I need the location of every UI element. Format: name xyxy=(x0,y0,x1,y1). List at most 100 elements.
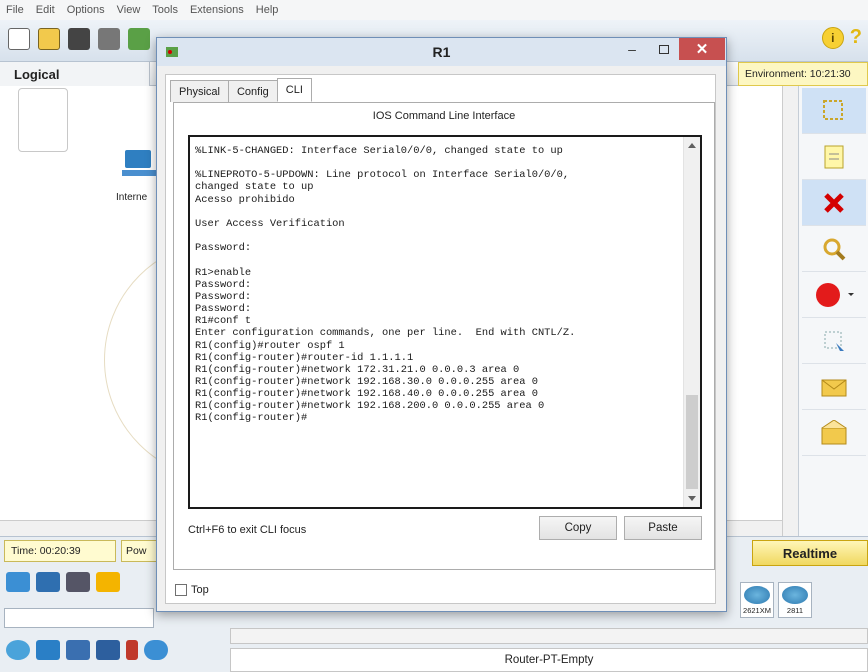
router-model-label: 2621XM xyxy=(743,606,771,615)
paste-button[interactable]: Paste xyxy=(624,516,702,540)
terminal-line: Password: xyxy=(195,278,252,291)
terminal-line: Password: xyxy=(195,290,252,303)
device-search-field[interactable] xyxy=(4,608,154,628)
simple-pdu-button[interactable] xyxy=(802,364,866,410)
device-category-row xyxy=(6,572,120,592)
magnifier-icon xyxy=(823,238,846,260)
menu-file[interactable]: File xyxy=(6,4,24,16)
end-devices-icon[interactable] xyxy=(6,572,30,592)
router-2621xm[interactable]: 2621XM xyxy=(740,582,774,618)
select-icon xyxy=(823,99,843,120)
new-file-icon[interactable] xyxy=(8,28,30,50)
copy-button[interactable]: Copy xyxy=(539,516,617,540)
device-type-row xyxy=(6,640,168,660)
tab-physical[interactable]: Physical xyxy=(170,80,229,102)
wan-emulation-icon[interactable] xyxy=(144,640,168,660)
environment-label[interactable]: Environment: 10:21:30 xyxy=(738,62,868,86)
packet-tracer-icon xyxy=(166,47,178,57)
menu-tools[interactable]: Tools xyxy=(152,4,178,16)
select-tool-button[interactable] xyxy=(802,88,866,134)
power-cycle-button[interactable]: Pow xyxy=(121,540,161,562)
maximize-button[interactable] xyxy=(649,38,679,60)
scroll-thumb[interactable] xyxy=(686,395,698,489)
terminal-line: R1(config-router)#router-id 1.1.1.1 xyxy=(195,351,414,364)
complex-pdu-button[interactable] xyxy=(802,410,866,456)
computer-icon[interactable] xyxy=(122,148,156,180)
router-category-icon[interactable] xyxy=(6,640,30,660)
delete-tool-button[interactable] xyxy=(802,180,866,226)
menu-help[interactable]: Help xyxy=(256,4,279,16)
cli-focus-hint: Ctrl+F6 to exit CLI focus xyxy=(188,524,307,536)
tab-cli[interactable]: CLI xyxy=(276,78,312,102)
scroll-up-icon[interactable] xyxy=(688,143,696,148)
open-folder-icon[interactable] xyxy=(38,28,60,50)
cluster-icon[interactable] xyxy=(18,88,68,152)
resize-tool-button[interactable] xyxy=(802,318,866,364)
tab-bar: Physical Config CLI xyxy=(170,78,312,102)
connections-icon[interactable] xyxy=(96,572,120,592)
terminal-line: R1>enable xyxy=(195,266,252,279)
help-icons: i ? xyxy=(821,26,862,49)
time-display: Time: 00:20:39 xyxy=(4,540,116,562)
menu-bar: File Edit Options View Tools Extensions … xyxy=(0,0,868,20)
close-button[interactable]: ✕ xyxy=(679,38,725,60)
draw-ellipse-button[interactable] xyxy=(802,272,866,318)
top-checkbox-label: Top xyxy=(191,584,209,596)
terminal-line: %LINEPROTO-5-UPDOWN: Line protocol on In… xyxy=(195,169,570,182)
switches-category-icon[interactable] xyxy=(36,572,60,592)
note-icon xyxy=(824,145,844,168)
workspace-vertical-scrollbar[interactable] xyxy=(782,86,798,536)
cli-heading: IOS Command Line Interface xyxy=(372,110,516,122)
realtime-mode-button[interactable]: Realtime xyxy=(752,540,868,566)
inspect-tool-button[interactable] xyxy=(802,226,866,272)
maximize-icon xyxy=(659,44,669,54)
menu-view[interactable]: View xyxy=(117,4,141,16)
terminal-line: R1(config)#router ospf 1 xyxy=(195,339,345,352)
tab-config[interactable]: Config xyxy=(227,80,278,102)
resize-icon xyxy=(824,331,844,351)
window-titlebar[interactable]: R1 – ✕ xyxy=(157,38,726,66)
activity-wizard-icon[interactable] xyxy=(128,28,150,50)
delete-icon xyxy=(824,192,844,213)
save-icon[interactable] xyxy=(68,28,90,50)
menu-options[interactable]: Options xyxy=(67,4,105,16)
open-envelope-icon xyxy=(821,419,847,444)
terminal-line: Password: xyxy=(195,242,252,255)
scroll-down-icon[interactable] xyxy=(688,496,696,501)
hub-category-icon[interactable] xyxy=(66,640,90,660)
router-config-window: R1 – ✕ Physical Config CLI IOS Command L… xyxy=(156,37,727,612)
top-checkbox[interactable] xyxy=(175,584,187,596)
cli-terminal[interactable]: %LINK-5-CHANGED: Interface Serial0/0/0, … xyxy=(188,135,702,509)
print-icon[interactable] xyxy=(98,28,120,50)
top-checkbox-row[interactable]: Top xyxy=(175,584,209,596)
info-icon[interactable]: i xyxy=(821,26,844,49)
menu-edit[interactable]: Edit xyxy=(36,4,55,16)
minimize-button[interactable]: – xyxy=(617,38,647,60)
device-list-scrollbar[interactable] xyxy=(230,628,868,644)
switch-category-icon[interactable] xyxy=(36,640,60,660)
terminal-line: R1(config-router)#network 192.168.30.0 0… xyxy=(195,375,538,388)
wireless-category-icon[interactable] xyxy=(96,640,120,660)
router-icon xyxy=(782,586,808,604)
terminal-output[interactable]: %LINK-5-CHANGED: Interface Serial0/0/0, … xyxy=(195,145,675,425)
tool-panel xyxy=(798,86,868,536)
security-category-icon[interactable] xyxy=(126,640,138,660)
help-question-icon[interactable]: ? xyxy=(850,26,862,49)
terminal-line: Acesso prohibido xyxy=(195,193,295,206)
terminal-line: User Access Verification xyxy=(195,217,345,230)
hubs-category-icon[interactable] xyxy=(66,572,90,592)
selected-device-label: Router-PT-Empty xyxy=(230,648,868,672)
terminal-line: R1#conf t xyxy=(195,315,252,328)
menu-extensions[interactable]: Extensions xyxy=(190,4,244,16)
logical-tab[interactable]: Logical xyxy=(0,62,150,86)
router-2811[interactable]: 2811 xyxy=(778,582,812,618)
note-tool-button[interactable] xyxy=(802,134,866,180)
terminal-line: changed state to up xyxy=(195,181,314,194)
terminal-scrollbar[interactable] xyxy=(683,137,700,507)
terminal-line: R1(config-router)#network 192.168.40.0 0… xyxy=(195,388,538,401)
terminal-line: R1(config-router)#network 192.168.200.0 … xyxy=(195,400,545,413)
window-title: R1 xyxy=(432,44,451,60)
